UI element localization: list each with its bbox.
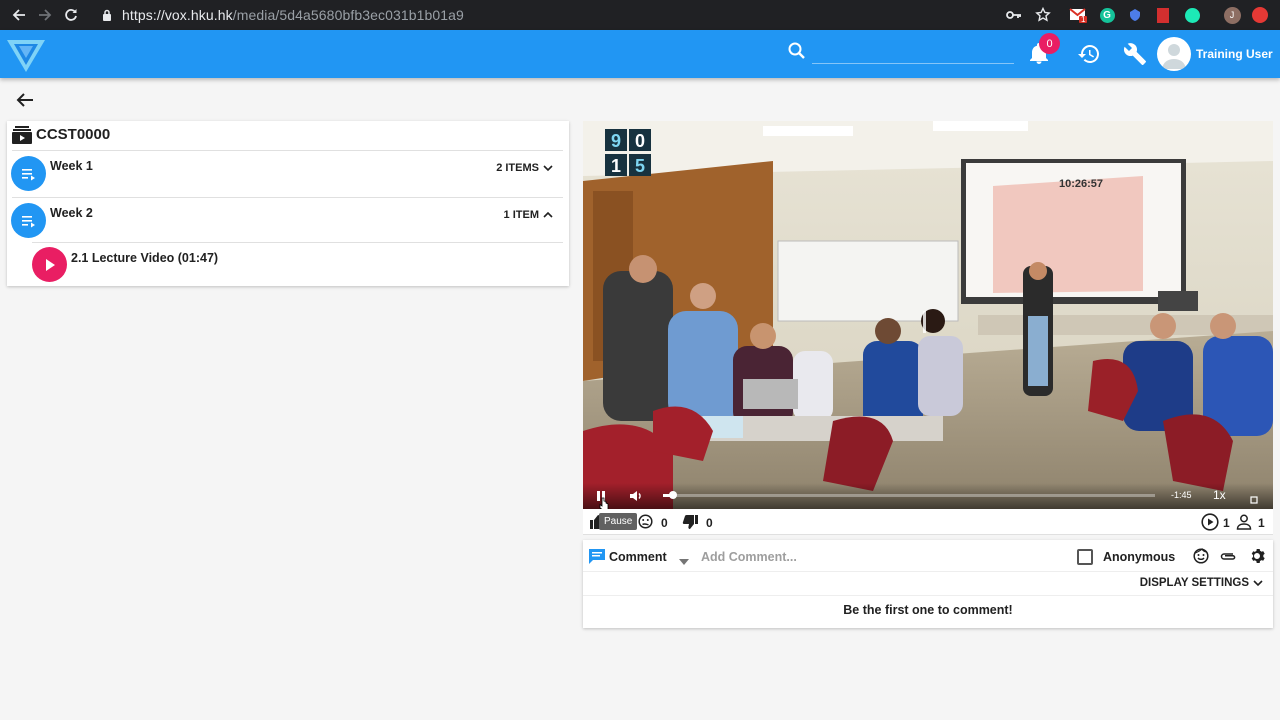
chevron-down-icon [1253,580,1263,587]
video-player[interactable]: 9 0 1 5 10:26:57 -1:45 1x [583,121,1273,509]
browser-back-icon[interactable] [6,0,32,30]
seek-bar[interactable] [663,491,1155,499]
empty-comments-message: Be the first one to comment! [843,603,1013,617]
overlay-digit: 5 [635,156,645,176]
gear-icon[interactable] [1249,548,1265,569]
dropdown-arrow-icon[interactable] [679,552,689,570]
history-icon[interactable] [1077,42,1101,66]
dislike-count: 0 [706,516,713,530]
overlay-digit: 1 [611,156,621,176]
chevron-up-icon [543,211,553,218]
browser-toolbar: https://vox.hku.hk/media/5d4a5680bfb3ec0… [0,0,1280,30]
seek-bar-handle[interactable] [668,491,677,499]
course-title: CCST0000 [36,126,111,143]
search-input[interactable] [812,40,1012,62]
viewer-count: 1 [1258,516,1265,530]
item-count-text: 2 ITEMS [496,162,539,174]
week-row-2[interactable]: Week 2 1 ITEM [7,198,569,244]
address-bar[interactable]: https://vox.hku.hk/media/5d4a5680bfb3ec0… [122,7,464,23]
thumbs-down-icon[interactable] [682,515,698,535]
url-path: /media/5d4a5680bfb3ec031b1b01a9 [232,7,464,23]
video-title[interactable]: 2.1 Lecture Video (01:47) [71,251,218,265]
overlay-digit: 9 [611,131,621,151]
item-count-text: 1 ITEM [503,209,539,221]
gmail-extension-icon[interactable]: 1 [1068,5,1088,25]
comment-type-label: Comment [609,549,667,564]
comments-panel: Comment Anonymous DISPLAY SETTINGS Be th… [583,540,1273,628]
volume-icon[interactable] [629,489,643,507]
browser-forward-icon[interactable] [32,0,58,30]
wrench-icon[interactable] [1123,42,1147,66]
fullscreen-icon[interactable] [1250,491,1258,509]
attachment-icon[interactable] [1219,548,1237,569]
pause-tooltip: Pause [599,513,638,530]
user-avatar[interactable] [1157,37,1191,71]
projector-clock: 10:26:57 [1059,178,1103,190]
week-label: Week 1 [50,159,93,173]
playback-speed[interactable]: 1x [1213,488,1226,502]
week-label: Week 2 [50,206,93,220]
back-arrow-icon[interactable] [14,89,36,111]
extension-green-icon[interactable] [1182,5,1202,25]
view-count: 1 [1223,516,1230,530]
divider [583,595,1273,596]
url-host: https://vox.hku.hk [122,7,233,23]
comment-input[interactable] [701,548,1061,566]
person-icon [1236,514,1252,535]
profile-initial: J [1223,6,1241,24]
grammarly-icon[interactable]: G [1097,5,1117,25]
profile-avatar[interactable]: J [1222,5,1242,25]
reaction-bar: 0 0 1 1 [583,509,1273,535]
video-library-icon [12,126,32,144]
notification-badge: 0 [1039,33,1060,54]
video-frame: 9 0 1 5 10:26:57 [583,121,1273,509]
chevron-down-icon [543,165,553,172]
app-bar: 0 Training User [0,30,1280,78]
key-icon[interactable] [1004,5,1024,25]
overlay-digit: 0 [635,131,645,151]
bookmark-star-icon[interactable] [1033,5,1053,25]
comment-type-selector[interactable]: Comment [588,548,667,565]
anonymous-checkbox[interactable] [1077,549,1093,565]
divider [583,571,1273,572]
views-play-icon [1201,513,1219,536]
playlist-icon [11,203,46,238]
browser-reload-icon[interactable] [58,0,84,30]
week-item-count[interactable]: 2 ITEMS [496,162,553,174]
comment-icon [589,549,605,564]
week-item-count[interactable]: 1 ITEM [504,209,553,221]
extension-shield-icon[interactable] [1125,5,1145,25]
lock-icon [102,9,116,21]
extension-book-icon[interactable] [1153,5,1173,25]
course-header: CCST0000 [7,121,569,151]
time-remaining: -1:45 [1171,490,1192,500]
video-list-item[interactable]: 2.1 Lecture Video (01:47) [7,243,569,285]
vox-logo[interactable] [4,32,48,76]
anonymous-label: Anonymous [1103,550,1176,564]
confused-face-icon[interactable] [638,514,653,534]
user-name[interactable]: Training User [1196,47,1273,61]
course-playlist-panel: CCST0000 Week 1 2 ITEMS Week 2 1 ITEM 2.… [7,121,569,286]
mail-badge: 1 [1081,15,1086,24]
playlist-icon [11,156,46,191]
search-icon[interactable] [787,41,807,61]
week-row-1[interactable]: Week 1 2 ITEMS [7,151,569,197]
play-icon[interactable] [32,247,67,282]
mouse-cursor-icon [599,497,610,509]
confused-count: 0 [661,516,668,530]
display-settings-toggle[interactable]: DISPLAY SETTINGS [1140,577,1263,589]
extension-red-icon[interactable] [1250,5,1270,25]
emoji-icon[interactable] [1193,547,1209,569]
search-underline [812,63,1014,64]
display-settings-label: DISPLAY SETTINGS [1139,577,1249,589]
